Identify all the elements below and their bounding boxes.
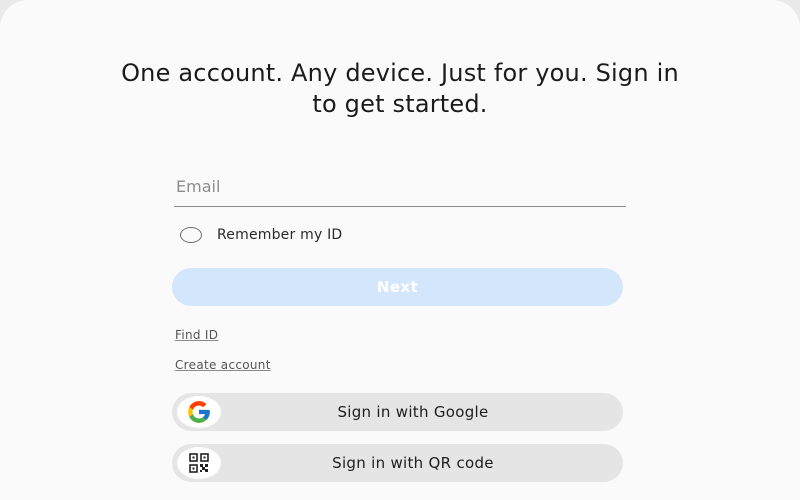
find-id-link[interactable]: Find ID xyxy=(175,328,218,342)
sign-in-card: One account. Any device. Just for you. S… xyxy=(0,0,800,500)
remember-my-id-label: Remember my ID xyxy=(217,227,343,243)
page-heading: One account. Any device. Just for you. S… xyxy=(121,59,679,118)
sign-in-with-qr-button[interactable]: Sign in with QR code xyxy=(172,444,623,482)
remember-radio-icon[interactable] xyxy=(180,227,202,243)
create-account-link[interactable]: Create account xyxy=(175,358,271,372)
next-button[interactable]: Next xyxy=(172,268,623,306)
qr-button-label: Sign in with QR code xyxy=(332,454,494,472)
remember-my-id-checkbox[interactable]: Remember my ID xyxy=(180,223,342,247)
sign-in-with-google-button[interactable]: Sign in with Google xyxy=(172,393,623,431)
email-field[interactable] xyxy=(174,168,626,207)
email-input[interactable] xyxy=(174,168,626,204)
google-button-label: Sign in with Google xyxy=(337,403,489,421)
